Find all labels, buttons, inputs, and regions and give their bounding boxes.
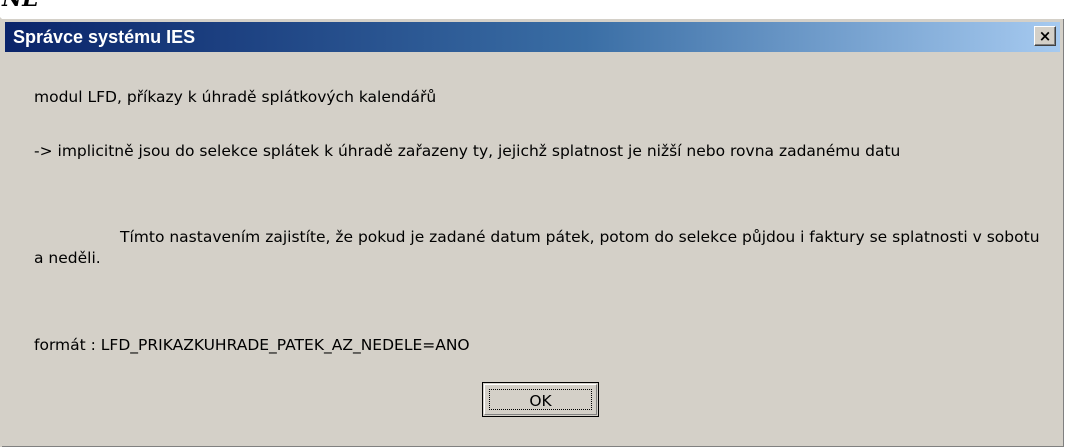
message-line-setting: Tímto nastavením zajistíte, že pokud je …: [34, 228, 1040, 267]
dialog-title: Správce systému IES: [13, 27, 196, 47]
message-line-module: modul LFD, příkazy k úhradě splátkových …: [34, 88, 437, 106]
close-button[interactable]: ×: [1034, 26, 1056, 46]
dialog-titlebar[interactable]: Správce systému IES ×: [5, 22, 1060, 52]
message-dialog: Správce systému IES × modul LFD, příkazy…: [0, 17, 1064, 447]
message-line-format: formát : LFD_PRIKAZKUHRADE_PATEK_AZ_NEDE…: [34, 336, 470, 354]
ok-button-label: OK: [489, 389, 592, 410]
ok-button-bevel: OK: [484, 384, 597, 415]
background-cropped-text: NE: [2, 0, 39, 10]
close-icon: ×: [1038, 27, 1052, 45]
message-line-implicit: -> implicitně jsou do selekce splátek k …: [34, 142, 901, 160]
ok-button[interactable]: OK: [482, 382, 599, 417]
